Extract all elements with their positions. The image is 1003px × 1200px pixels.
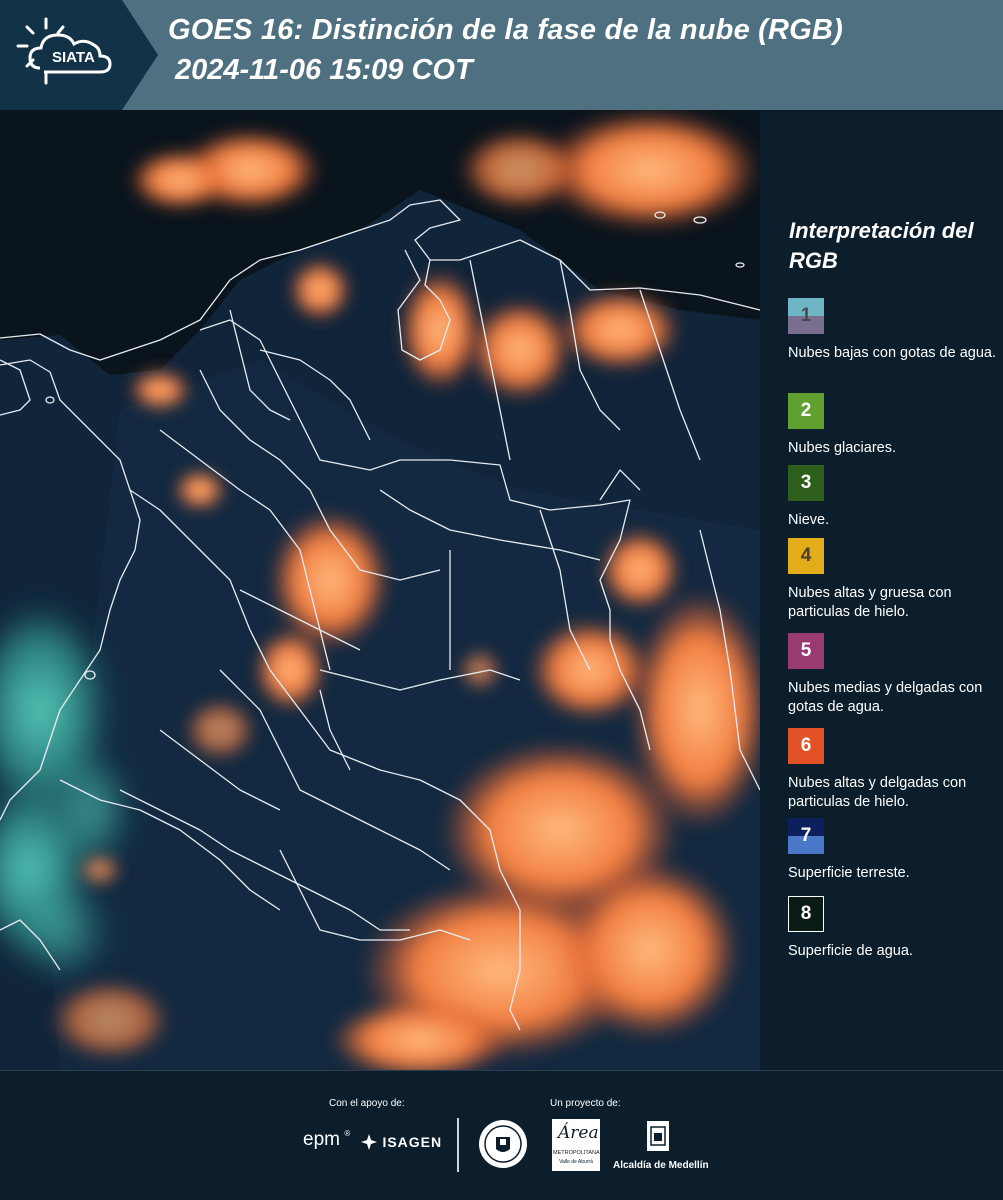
legend-swatch-number: 6 <box>800 735 812 756</box>
legend-swatch-number: 4 <box>800 545 812 566</box>
legend-swatch-8: 8 <box>788 896 824 932</box>
metropolitana-sub-text: Valle de Aburrá <box>559 1159 593 1165</box>
isagen-logo-text: ISAGEN <box>382 1134 443 1150</box>
legend-label: Nubes medias y delgadas con gotas de agu… <box>788 680 983 715</box>
area-metropolitana-logo: Área METROPOLITANA Valle de Aburrá <box>552 1119 600 1171</box>
legend-swatch-number: 1 <box>800 305 812 326</box>
legend-label: Nieve. <box>788 512 830 528</box>
legend-swatch-number: 2 <box>800 400 812 421</box>
legend-swatch-5: 5 <box>788 633 824 669</box>
legend-swatch-number: 8 <box>800 903 812 924</box>
legend-item-3: 3 Nieve. <box>788 465 1000 530</box>
epm-logo: epm ® <box>303 1129 351 1150</box>
legend-panel: Interpretación del RGB 1 Nubes bajas con … <box>760 110 1003 1070</box>
legend-swatch-1: 1 <box>788 298 824 334</box>
medellin-seal-icon <box>478 1119 528 1174</box>
legend-swatch-2: 2 <box>788 393 824 429</box>
project-caption: Un proyecto de: <box>550 1098 621 1109</box>
satellite-map[interactable] <box>0 110 760 1070</box>
page-title: GOES 16: Distinción de la fase de la nub… <box>168 14 843 46</box>
legend-item-6: 6 Nubes altas y delgadas con particulas d… <box>788 728 1000 812</box>
legend-item-5: 5 Nubes medias y delgadas con gotas de ag… <box>788 633 1000 717</box>
legend-item-8: 8 Superficie de agua. <box>788 896 1000 961</box>
legend-item-1: 1 Nubes bajas con gotas de agua. <box>788 298 1000 363</box>
alcaldia-text: Alcaldía de Medellín <box>613 1160 709 1171</box>
legend-label: Superficie de agua. <box>788 943 913 959</box>
support-caption: Con el apoyo de: <box>329 1098 405 1109</box>
legend-label: Superficie terreste. <box>788 865 910 881</box>
legend-swatch-7: 7 <box>788 818 824 854</box>
legend-swatch-number: 5 <box>800 640 812 661</box>
legend-label: Nubes altas y delgadas con particulas de… <box>788 775 967 810</box>
header-bar: SIATA GOES 16: Distinción de la fase de … <box>0 0 1003 110</box>
legend-item-2: 2 Nubes glaciares. <box>788 393 1000 458</box>
legend-label: Nubes glaciares. <box>788 440 896 456</box>
logo-text: SIATA <box>52 49 95 66</box>
isagen-logo: ISAGEN <box>360 1133 442 1151</box>
area-script-text: Área <box>558 1123 599 1143</box>
page-subtitle-timestamp: 2024-11-06 15:09 COT <box>175 54 473 86</box>
footer: Con el apoyo de: Un proyecto de: epm ® I… <box>0 1070 1003 1200</box>
footer-divider <box>457 1118 459 1172</box>
legend-label: Nubes bajas con gotas de agua. <box>788 345 996 361</box>
legend-title: Interpretación del RGB <box>789 218 974 273</box>
legend-swatch-number: 3 <box>800 472 812 493</box>
siata-logo: SIATA <box>0 0 158 110</box>
metropolitana-text: METROPOLITANA <box>553 1150 600 1156</box>
legend-item-4: 4 Nubes altas y gruesa con particulas de … <box>788 538 1000 622</box>
legend-swatch-4: 4 <box>788 538 824 574</box>
epm-logo-text: epm <box>303 1129 340 1150</box>
legend-swatch-3: 3 <box>788 465 824 501</box>
legend-swatch-6: 6 <box>788 728 824 764</box>
legend-swatch-number: 7 <box>800 825 812 846</box>
isagen-symbol-icon <box>361 1134 377 1150</box>
legend-item-7: 7 Superficie terreste. <box>788 818 1000 883</box>
legend-label: Nubes altas y gruesa con particulas de h… <box>788 585 952 620</box>
alcaldia-shield-icon <box>645 1119 671 1162</box>
